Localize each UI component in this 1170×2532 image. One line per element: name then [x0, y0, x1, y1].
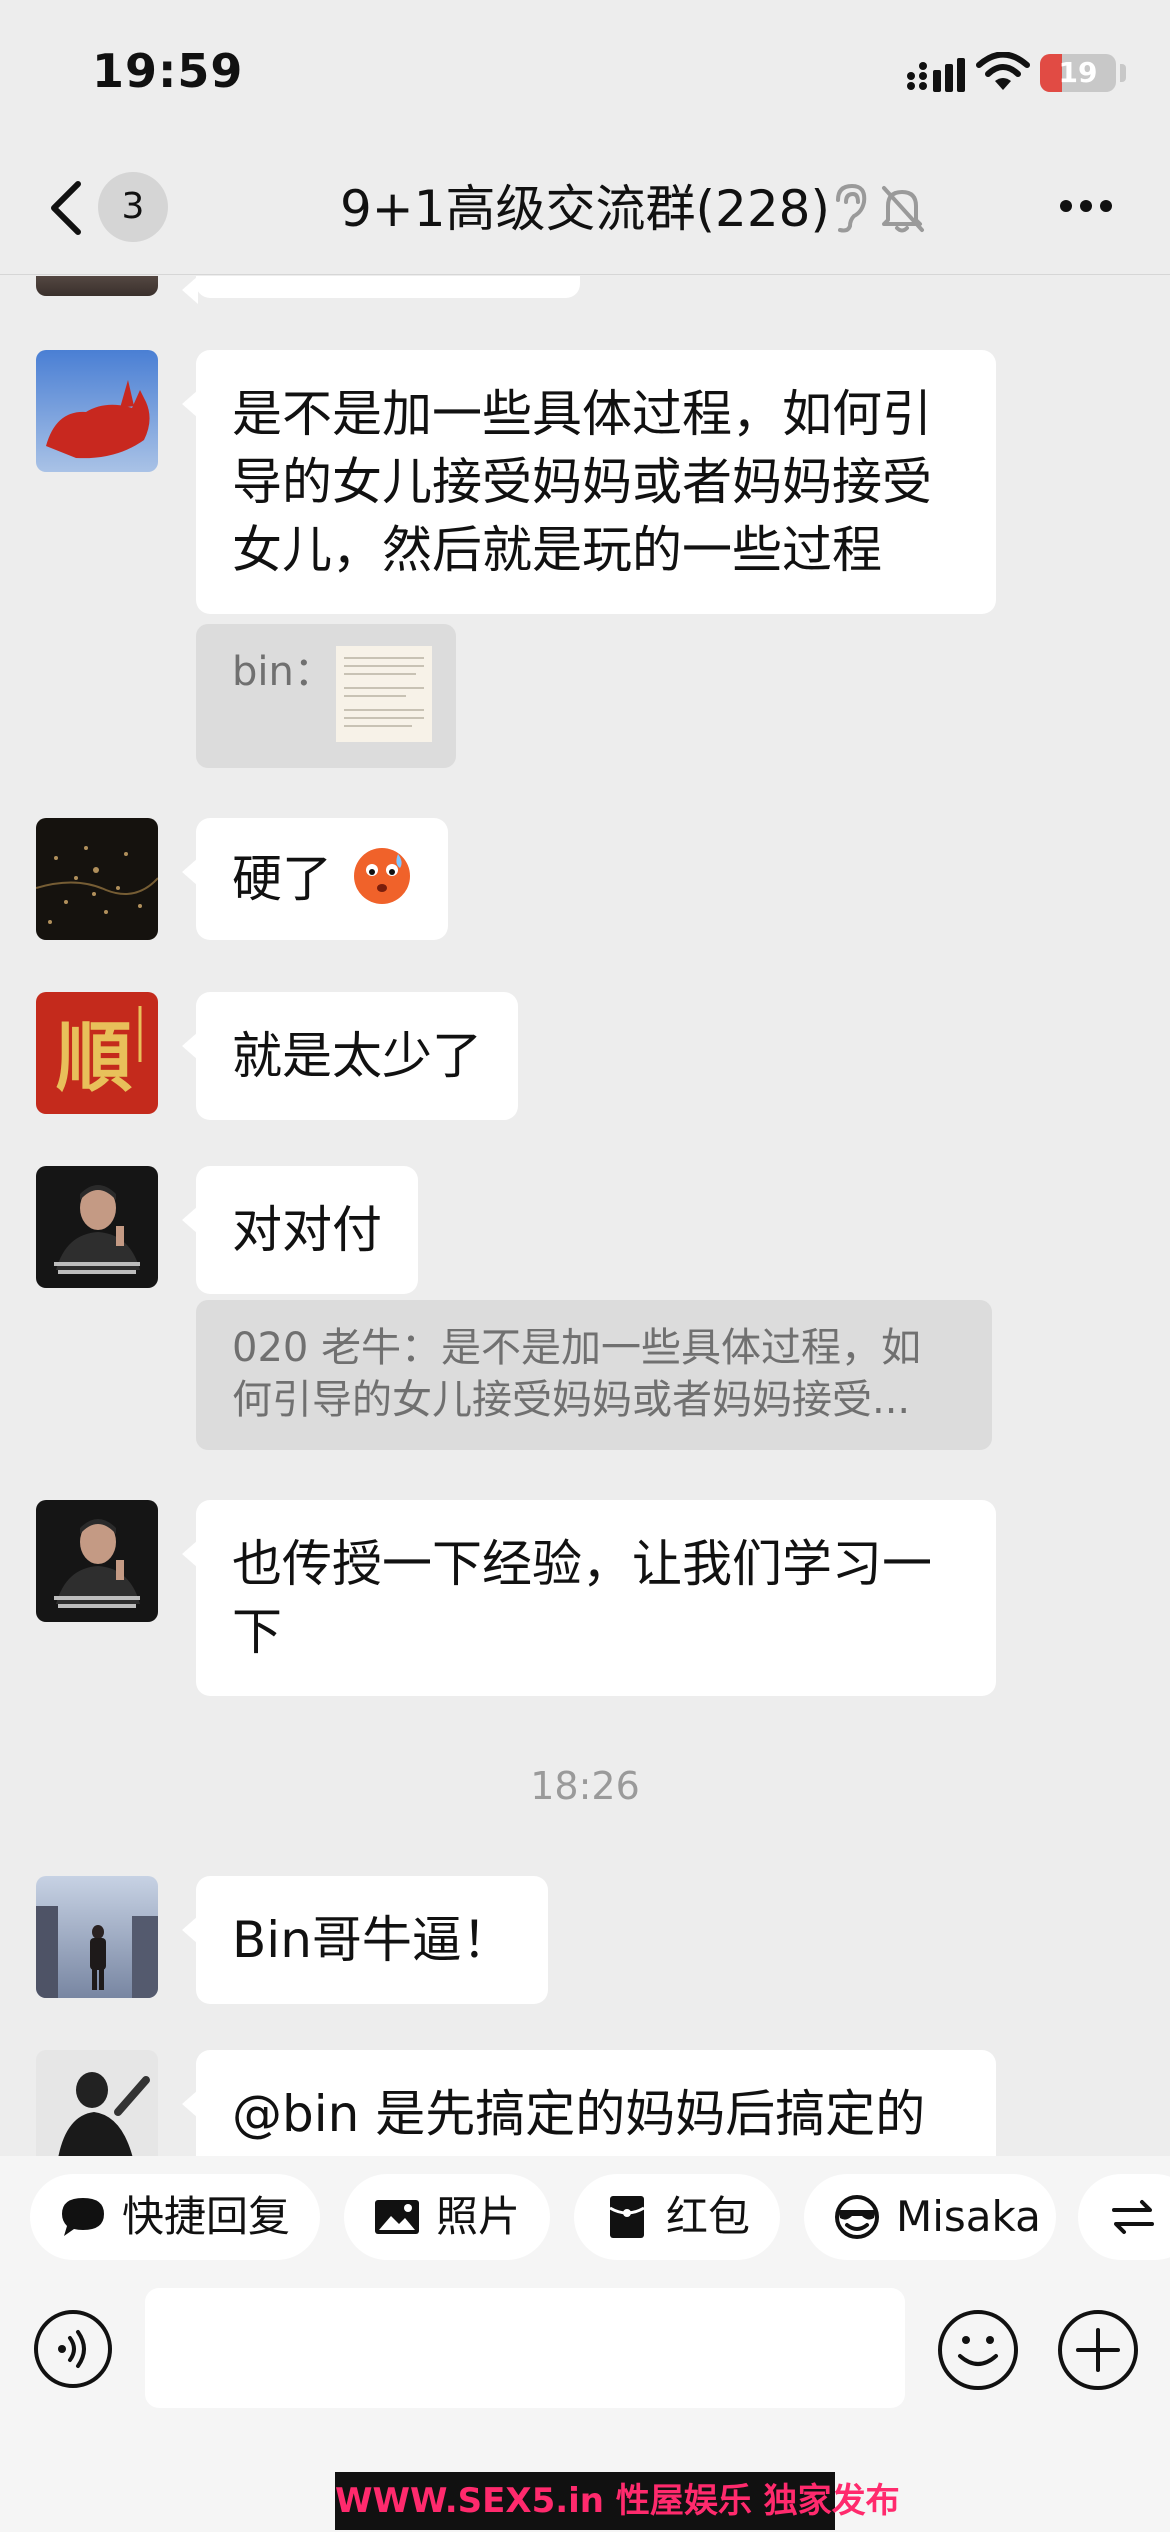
quoted-message[interactable]: bin：: [196, 624, 456, 768]
unread-count-badge[interactable]: 3: [98, 172, 168, 242]
misaka-button[interactable]: Misaka: [804, 2174, 1056, 2260]
photo-label: 照片: [436, 2192, 521, 2241]
message-timestamp: 18:26: [530, 1764, 640, 1808]
battery-indicator: 19: [1040, 54, 1116, 92]
avatar[interactable]: [36, 1500, 158, 1622]
chat-bubble-icon: [62, 2198, 104, 2236]
battery-level: 19: [1058, 56, 1098, 89]
photo-button[interactable]: 照片: [344, 2174, 550, 2260]
switch-panel-button[interactable]: [1078, 2174, 1170, 2260]
swap-arrows-icon: [1112, 2200, 1154, 2234]
avatar[interactable]: [36, 2050, 158, 2156]
chat-header: 3 9+1高级交流群(228): [0, 150, 1170, 275]
quick-action-bar: 快捷回复 照片 红包 Misaka: [0, 2156, 1170, 2276]
message-bubble[interactable]: @bin 是先搞定的妈妈后搞定的: [182, 2050, 996, 2156]
message-text: 也传授一下经验，让我们学习一下: [232, 1535, 932, 1661]
more-options-icon[interactable]: [1058, 198, 1114, 214]
group-title: 9+1高级交流群(228): [340, 180, 830, 238]
quote-text: 020 老牛：是不是加一些具体过程，如何引导的女儿接受妈妈或者妈妈接受...: [232, 1325, 922, 1423]
message-text: 对对付: [232, 1201, 382, 1259]
message-bubble[interactable]: Bin哥牛逼！: [182, 1876, 548, 2004]
avatar[interactable]: [36, 818, 158, 940]
avatar[interactable]: [36, 350, 158, 472]
message-bubble[interactable]: 对对付: [182, 1166, 418, 1294]
message-bubble[interactable]: 就是太少了: [182, 992, 518, 1120]
message-input-bar: [0, 2276, 1170, 2426]
avatar[interactable]: [36, 276, 158, 296]
message-bubble[interactable]: [182, 276, 580, 304]
message-bubble[interactable]: 是不是加一些具体过程，如何引导的女儿接受妈妈或者妈妈接受女儿，然后就是玩的一些过…: [182, 350, 996, 614]
message-text: 就是太少了: [232, 1027, 482, 1085]
quoted-message[interactable]: 020 老牛：是不是加一些具体过程，如何引导的女儿接受妈妈或者妈妈接受...: [196, 1300, 992, 1450]
red-packet-button[interactable]: 红包: [574, 2174, 780, 2260]
message-bubble[interactable]: 硬了: [182, 818, 448, 940]
emoji-picker-icon[interactable]: [936, 2308, 1020, 2392]
blushing-face-emoji-icon: [353, 848, 410, 904]
cellular-signal-icon: [907, 58, 965, 92]
document-thumbnail: [336, 646, 432, 742]
watermark-banner: WWW.SEX5.in 性屋娱乐 独家发布: [335, 2472, 900, 2530]
mute-bell-icon: [882, 186, 924, 233]
add-more-icon[interactable]: [1056, 2308, 1140, 2392]
red-packet-icon: [609, 2196, 645, 2238]
sunglasses-face-icon: [835, 2195, 879, 2239]
message-text-input[interactable]: [145, 2288, 905, 2408]
quick-reply-label: 快捷回复: [122, 2192, 291, 2241]
quote-text: bin：: [232, 649, 334, 695]
red-packet-label: 红包: [666, 2192, 751, 2241]
message-text: 是不是加一些具体过程，如何引导的女儿接受妈妈或者妈妈接受女儿，然后就是玩的一些过…: [232, 385, 932, 579]
quick-reply-button[interactable]: 快捷回复: [30, 2174, 320, 2260]
message-bubble[interactable]: 也传授一下经验，让我们学习一下: [182, 1500, 996, 1696]
misaka-label: Misaka: [896, 2192, 1041, 2241]
message-text: Bin哥牛逼！: [232, 1911, 512, 1969]
earpiece-mode-icon: [836, 183, 867, 233]
message-text: 硬了: [232, 850, 332, 908]
voice-input-icon[interactable]: [32, 2308, 114, 2390]
image-icon: [375, 2200, 419, 2234]
battery-cap: [1120, 64, 1126, 82]
message-text: @bin 是先搞定的妈妈后搞定的: [232, 2085, 926, 2143]
svg-text:順: 順: [56, 1013, 132, 1102]
avatar[interactable]: [36, 1166, 158, 1288]
status-time: 19:59: [92, 44, 244, 98]
status-bar: 19:59 19: [0, 0, 1170, 150]
avatar[interactable]: [36, 1876, 158, 1998]
back-arrow-icon[interactable]: [44, 178, 88, 238]
avatar[interactable]: 順: [36, 992, 158, 1114]
message-list[interactable]: 是不是加一些具体过程，如何引导的女儿接受妈妈或者妈妈接受女儿，然后就是玩的一些过…: [0, 276, 1170, 2156]
wifi-icon: [976, 52, 1030, 90]
